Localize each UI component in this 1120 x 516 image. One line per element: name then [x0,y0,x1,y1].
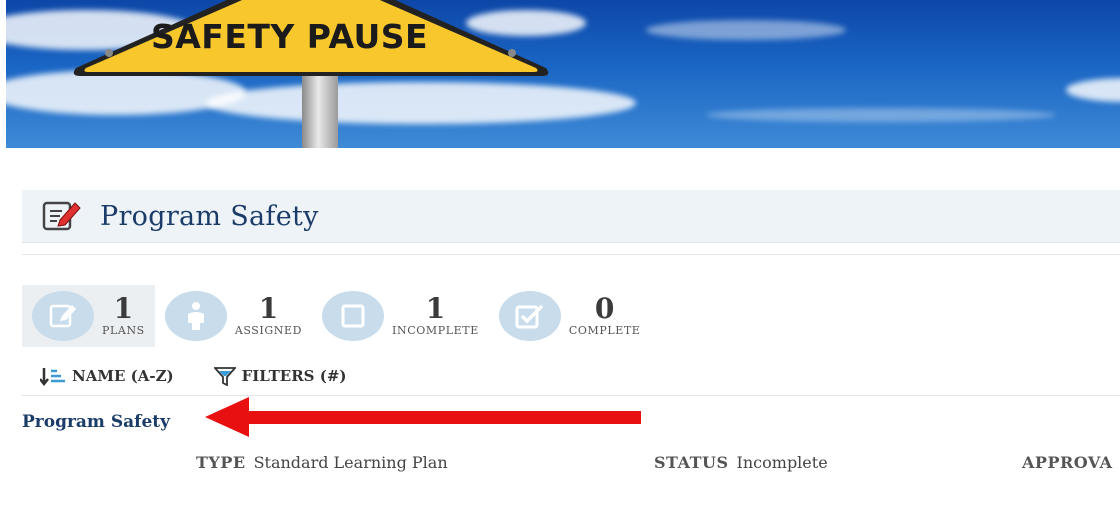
type-value: Standard Learning Plan [253,453,448,472]
plan-approval: APPROVA [1022,453,1120,472]
plan-type: TYPE Standard Learning Plan [196,453,448,472]
stat-label: COMPLETE [568,324,641,337]
plan-status: STATUS Incomplete [654,453,828,472]
stat-label: INCOMPLETE [392,324,479,337]
stat-assigned[interactable]: 1 ASSIGNED [155,285,312,347]
filters-button[interactable]: FILTERS (#) [213,366,347,386]
stat-incomplete[interactable]: 1 INCOMPLETE [312,285,489,347]
filter-icon [213,367,236,386]
empty-square-icon [322,291,385,341]
page-title: Program Safety [100,200,319,232]
list-toolbar: NAME (A-Z) FILTERS (#) [40,366,347,386]
checked-box-icon [498,291,561,341]
stat-value: 1 [113,292,134,325]
plan-name-link[interactable]: Program Safety [22,412,170,432]
divider [22,254,1120,255]
stat-value: 1 [425,292,446,325]
status-label: STATUS [654,453,729,472]
type-label: TYPE [196,453,246,472]
page-header: Program Safety [22,190,1120,243]
status-value: Incomplete [736,453,828,472]
stat-label: ASSIGNED [234,324,303,337]
sort-label: NAME (A-Z) [72,367,174,385]
safety-pause-banner: SAFETY PAUSE [6,0,1120,148]
sort-button[interactable]: NAME (A-Z) [40,366,174,386]
red-arrow-annotation [205,397,641,437]
person-icon [164,291,227,341]
edit-document-icon [42,198,82,234]
edit-document-icon [32,291,94,341]
stat-value: 1 [258,292,279,325]
sign-text: SAFETY PAUSE [151,17,429,56]
plan-stats: 1 PLANS 1 ASSIGNED 1 INCOMPLETE 0 COMPLE… [22,285,650,347]
filters-label: FILTERS (#) [241,367,347,385]
stat-plans[interactable]: 1 PLANS [22,285,155,347]
stat-value: 0 [594,292,615,325]
stat-label: PLANS [102,324,145,337]
stat-complete[interactable]: 0 COMPLETE [489,285,651,347]
sort-icon [40,368,65,386]
approval-label: APPROVA [1022,453,1113,472]
